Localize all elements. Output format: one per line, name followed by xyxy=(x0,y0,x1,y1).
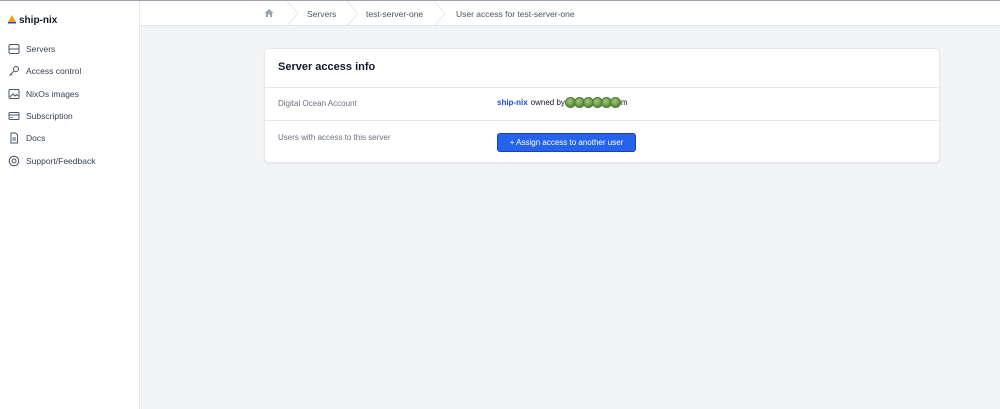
sidebar-item-nixos-images[interactable]: NixOs images xyxy=(0,83,139,105)
owner-suffix: m xyxy=(620,98,628,107)
brand-name: ship-nix xyxy=(19,14,58,26)
breadcrumb: Servers test-server-one User access for … xyxy=(140,1,1000,26)
triangle-logo-icon xyxy=(7,11,17,29)
document-icon xyxy=(7,132,20,145)
sidebar-item-docs[interactable]: Docs xyxy=(0,127,139,149)
divider xyxy=(265,120,939,121)
sidebar-item-access-control[interactable]: Access control xyxy=(0,60,139,82)
sidebar-item-subscription[interactable]: Subscription xyxy=(0,105,139,127)
sidebar-item-label: Servers xyxy=(26,44,56,55)
breadcrumb-home[interactable] xyxy=(264,1,274,26)
breadcrumb-item-server[interactable]: test-server-one xyxy=(366,1,423,26)
sidebar-item-label: NixOs images xyxy=(26,88,79,99)
divider xyxy=(265,87,939,88)
sidebar-item-label: Support/Feedback xyxy=(26,155,96,166)
breadcrumb-separator-icon xyxy=(347,1,359,26)
breadcrumb-separator-icon xyxy=(287,1,299,26)
key-icon xyxy=(7,65,20,78)
image-icon xyxy=(7,87,20,100)
sidebar-item-label: Access control xyxy=(26,66,82,77)
sidebar-nav: Servers Access control NixOs images Subs… xyxy=(0,38,139,172)
breadcrumb-item-current[interactable]: User access for test-server-one xyxy=(456,1,575,26)
home-icon xyxy=(264,5,274,23)
sidebar-item-label: Subscription xyxy=(26,111,73,122)
breadcrumb-item-servers[interactable]: Servers xyxy=(307,1,336,26)
account-label: Digital Ocean Account xyxy=(278,99,357,108)
owned-by-text: owned by xyxy=(530,98,565,107)
assign-access-button[interactable]: + Assign access to another user xyxy=(497,133,636,152)
server-access-card: Server access info Digital Ocean Account… xyxy=(264,48,940,163)
breadcrumb-separator-icon xyxy=(434,1,446,26)
brand[interactable]: ship-nix xyxy=(7,13,57,27)
lifebuoy-icon xyxy=(7,154,20,167)
sidebar-item-support-feedback[interactable]: Support/Feedback xyxy=(0,149,139,171)
sidebar-item-servers[interactable]: Servers xyxy=(0,38,139,60)
server-icon xyxy=(7,43,20,56)
credit-card-icon xyxy=(7,110,20,123)
account-link[interactable]: ship-nix xyxy=(497,98,528,107)
users-label: Users with access to this server xyxy=(278,133,391,142)
account-value: ship-nix owned by m xyxy=(497,97,628,108)
card-title: Server access info xyxy=(278,61,376,73)
redacted-owner xyxy=(564,97,621,108)
sidebar: ship-nix Servers Access control NixOs im… xyxy=(0,1,140,409)
sidebar-item-label: Docs xyxy=(26,133,46,144)
